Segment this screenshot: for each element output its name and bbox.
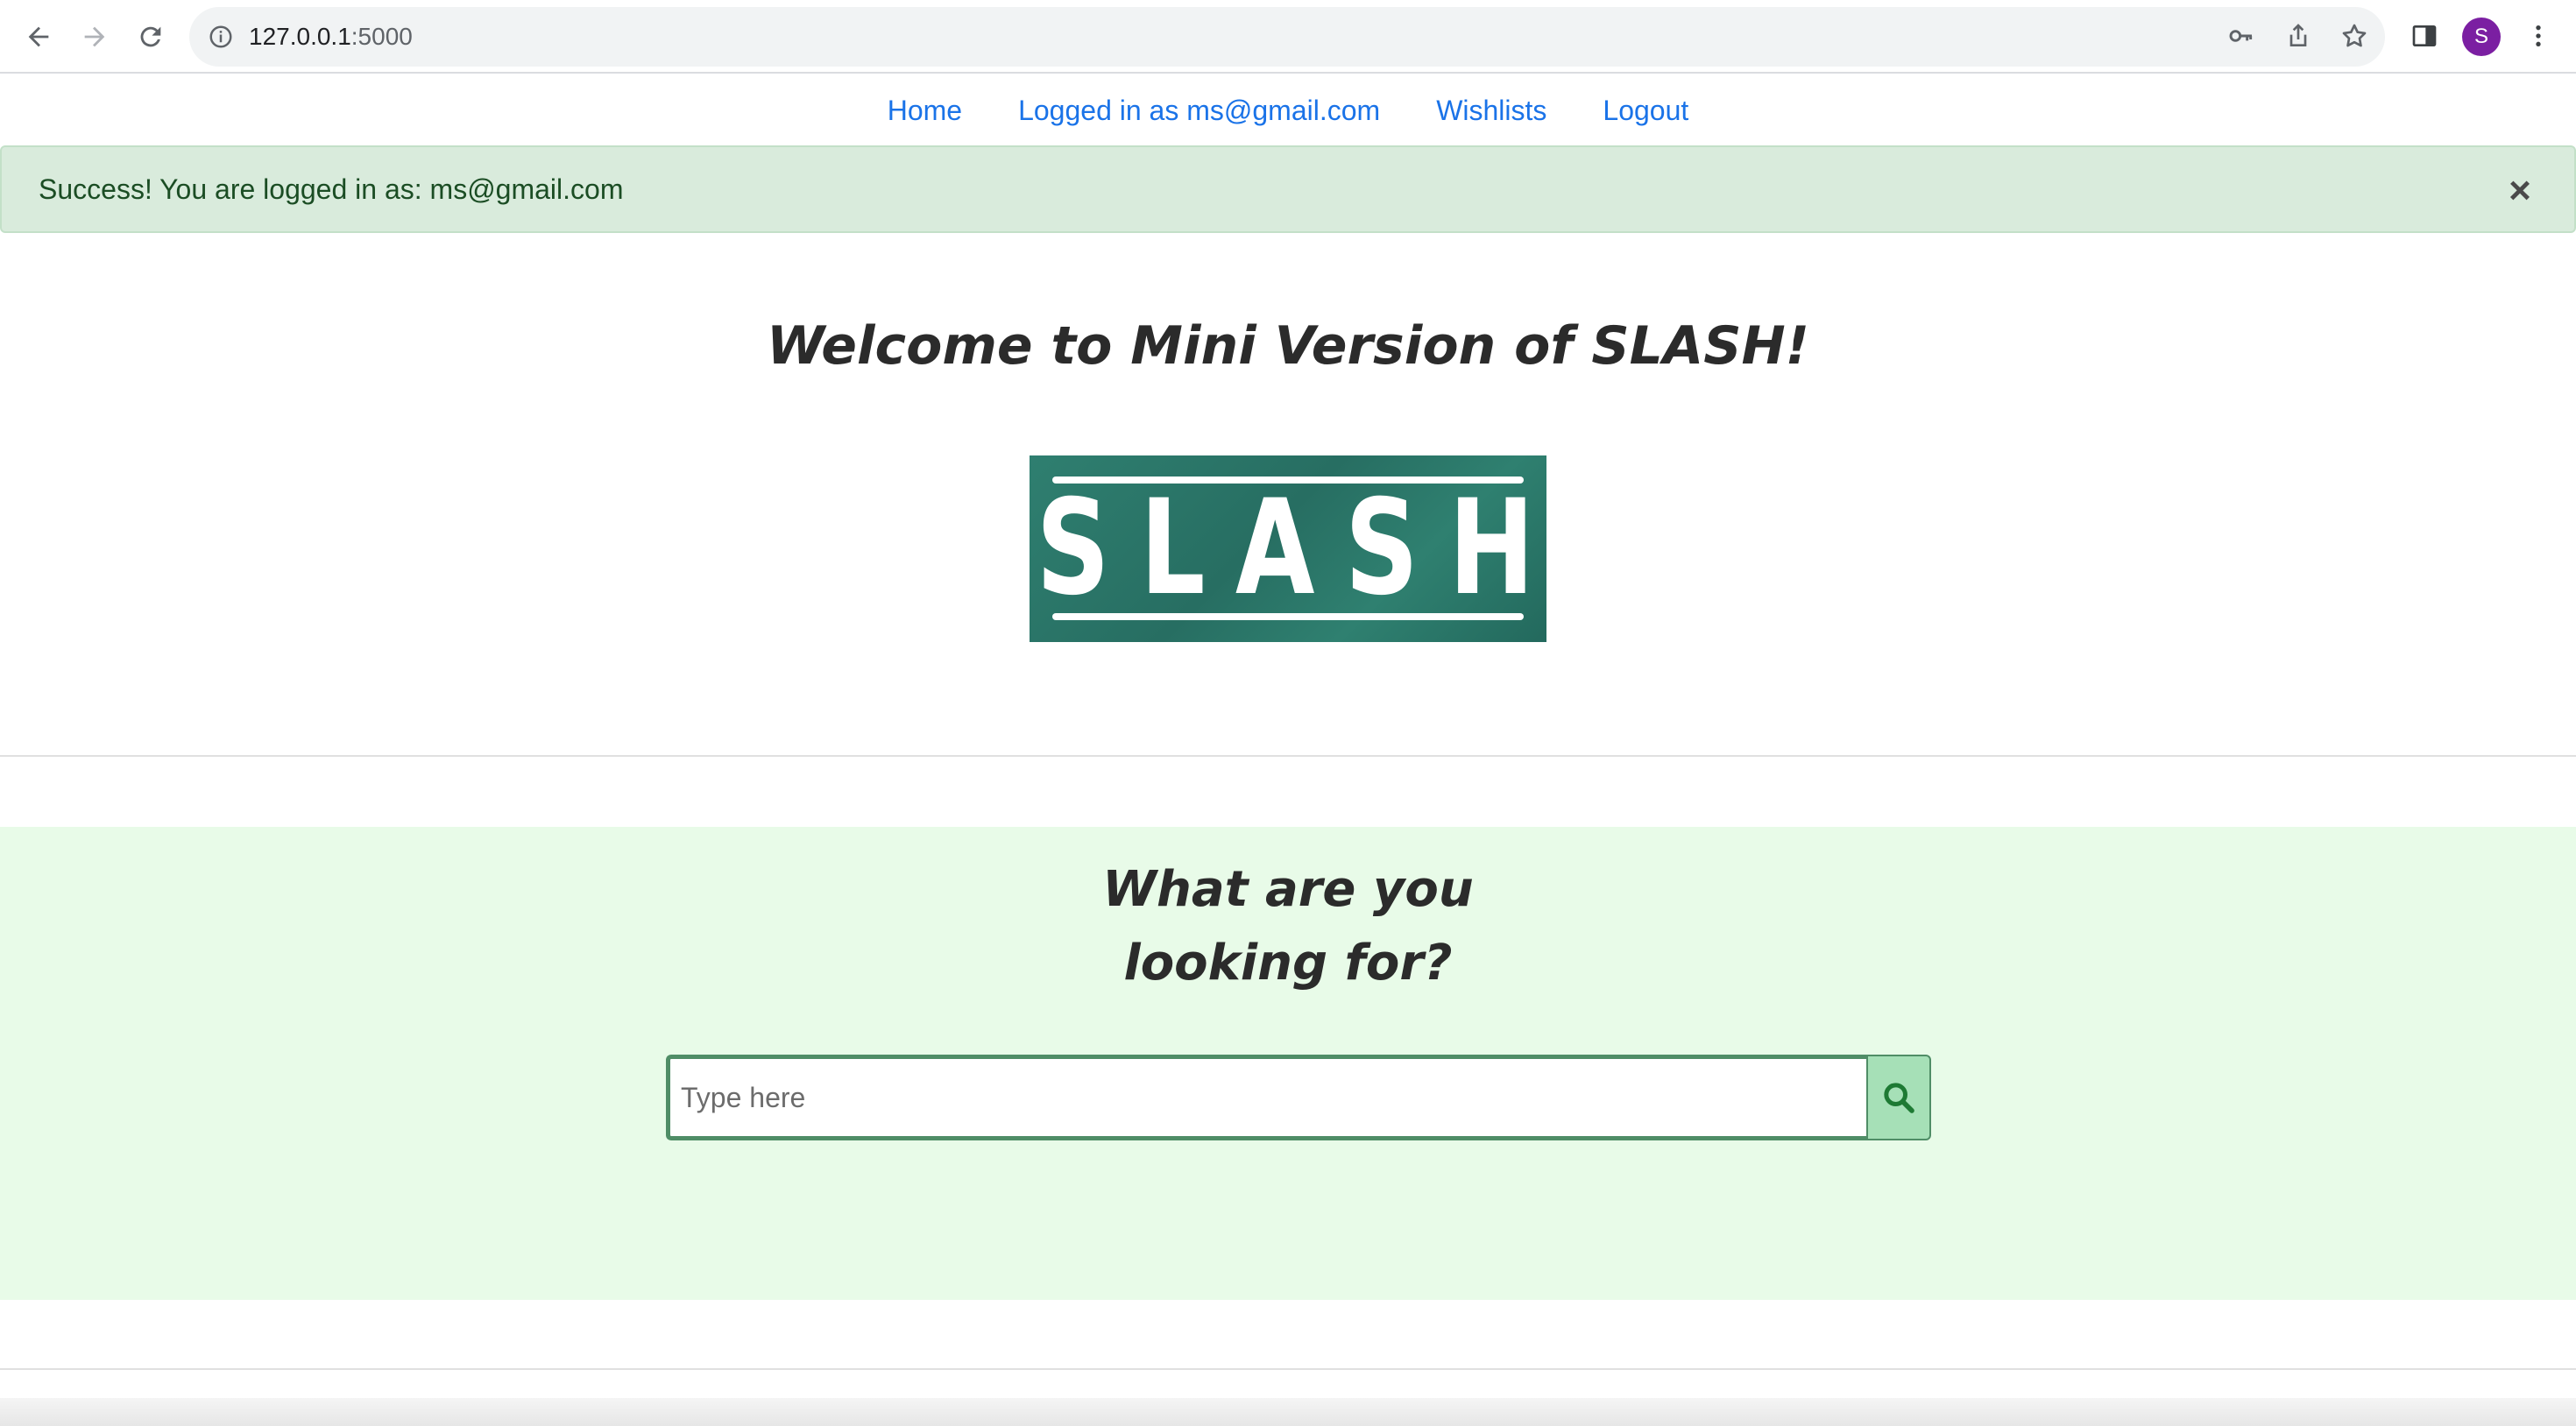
- search-section: What are you looking for?: [0, 827, 2576, 1300]
- search-heading-line-2: looking for?: [1123, 935, 1453, 992]
- success-alert: Success! You are logged in as: ms@gmail.…: [0, 145, 2576, 233]
- forward-button[interactable]: [72, 14, 117, 60]
- nav-home-link[interactable]: Home: [888, 95, 962, 127]
- bookmark-star-icon[interactable]: [2332, 14, 2376, 58]
- logo-bar-bottom: [1052, 613, 1524, 620]
- close-icon[interactable]: ×: [2499, 169, 2541, 212]
- section-divider: [0, 755, 2576, 757]
- search-button[interactable]: [1866, 1055, 1931, 1140]
- url-port: :5000: [350, 23, 413, 50]
- logo-text: SLASH: [1036, 472, 1565, 625]
- url-text: 127.0.0.1:5000: [249, 23, 413, 51]
- nav-logout-link[interactable]: Logout: [1603, 95, 1688, 127]
- search-icon: [1884, 1083, 1914, 1113]
- arrow-left-icon: [28, 26, 49, 47]
- address-bar[interactable]: 127.0.0.1:5000: [189, 7, 2385, 67]
- site-info-icon[interactable]: [205, 21, 237, 53]
- bottom-shadow: [0, 1398, 2576, 1426]
- share-icon[interactable]: [2276, 14, 2320, 58]
- url-host: 127.0.0.1: [249, 23, 351, 50]
- site-navbar: Home Logged in as ms@gmail.com Wishlists…: [0, 75, 2576, 145]
- reload-button[interactable]: [128, 14, 173, 60]
- search-input[interactable]: [666, 1055, 1866, 1140]
- more-menu-icon[interactable]: [2516, 14, 2560, 58]
- arrow-right-icon: [84, 26, 105, 47]
- slash-logo: SLASH: [1030, 455, 1546, 642]
- page-title: Welcome to Mini Version of SLASH!: [766, 315, 1810, 377]
- back-button[interactable]: [16, 14, 61, 60]
- reload-icon: [140, 26, 161, 47]
- search-form: [666, 1055, 1931, 1140]
- browser-toolbar: 127.0.0.1:5000 S: [0, 0, 2576, 74]
- alert-message: Success! You are logged in as: ms@gmail.…: [39, 173, 624, 205]
- profile-avatar[interactable]: S: [2462, 18, 2501, 56]
- nav-logged-in-link[interactable]: Logged in as ms@gmail.com: [1018, 95, 1380, 127]
- nav-wishlists-link[interactable]: Wishlists: [1436, 95, 1546, 127]
- footer-divider: [0, 1368, 2576, 1370]
- password-key-icon[interactable]: [2219, 14, 2263, 58]
- search-heading: What are you looking for?: [0, 853, 2576, 1000]
- search-heading-line-1: What are you: [1102, 861, 1474, 918]
- side-panel-icon[interactable]: [2403, 14, 2446, 58]
